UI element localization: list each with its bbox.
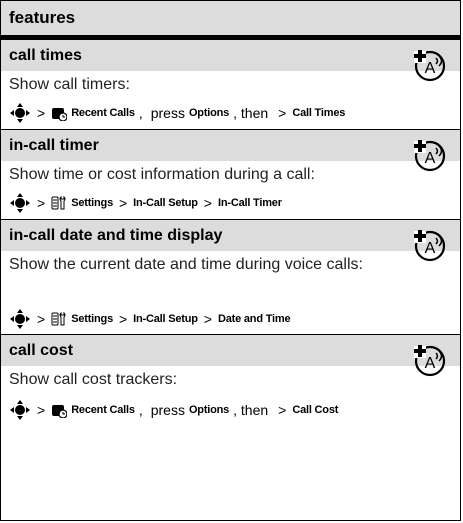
menu-submenu: In-Call Setup [133,313,198,325]
settings-icon [51,195,66,210]
section-title-text: call times [9,46,82,64]
menu-app-label: Recent Calls [71,107,135,119]
header-title: features [9,8,76,27]
separator: > [37,402,46,418]
svg-text:A: A [425,355,436,372]
section-title-text: in-call timer [9,136,99,154]
menu-app-label: Recent Calls [71,404,135,416]
network-feature-icon: A [414,345,446,377]
nav-key-icon [10,400,30,420]
path-comma: , [138,105,143,121]
recent-calls-icon [52,405,68,418]
svg-text:A: A [425,240,436,257]
section-call-cost: call cost A Show call cost trackers: > R… [1,335,460,431]
section-title-text: call cost [9,341,74,359]
section-description: Show call cost trackers: [9,371,178,388]
section-description: Show time or cost information during a c… [9,166,315,183]
separator: > [203,311,212,327]
section-title: call cost [1,335,460,366]
section-in-call-date-time: in-call date and time display A Show the… [1,220,460,335]
menu-path: > Recent Calls , then , press Options , … [9,102,345,124]
features-table: features call times A Show call timers: … [0,0,461,521]
section-title: in-call timer [1,130,460,161]
table-header: features [1,1,460,40]
menu-item: Call Times [292,107,346,119]
menu-app-label: Settings [71,197,113,209]
section-description: Show the current date and time during vo… [9,256,363,273]
section-in-call-timer: in-call timer A Show time or cost inform… [1,130,460,220]
menu-path: > Recent Calls , press Options , then > … [9,399,338,421]
svg-text:A: A [425,60,436,77]
section-description: Show call timers: [9,76,130,93]
menu-item: Call Cost [292,404,339,416]
section-title: in-call date and time display [1,220,460,251]
separator: > [37,311,46,327]
recent-calls-icon [52,108,68,121]
nav-key-icon [10,103,30,123]
path-press: press [150,402,185,418]
menu-options: Options [188,107,230,119]
menu-submenu: In-Call Setup [133,197,198,209]
menu-app-label: Settings [71,313,113,325]
separator: > [278,105,287,121]
menu-item: In-Call Timer [217,197,282,209]
nav-key-icon [10,309,30,329]
network-feature-icon: A [414,230,446,262]
menu-item: Date and Time [217,313,291,325]
separator: > [203,195,212,211]
menu-options: Options [188,404,230,416]
path-comma: , [138,402,143,418]
separator: > [37,105,46,121]
separator: > [118,311,128,327]
settings-icon [51,311,66,326]
network-feature-icon: A [414,50,446,82]
path-press: press [150,105,185,121]
menu-path: > Settings > In-Call Setup > In-Call Tim… [9,192,282,214]
nav-key-icon [10,193,30,213]
path-then: , then [233,402,269,418]
section-title-text: in-call date and time display [9,226,223,244]
section-call-times: call times A Show call timers: > Recent … [1,40,460,130]
section-title: call times [1,40,460,71]
path-then: , then [233,105,269,121]
separator: > [118,195,128,211]
menu-path: > Settings > In-Call Setup > Date and Ti… [9,308,291,330]
separator: > [278,402,287,418]
separator: > [37,195,46,211]
